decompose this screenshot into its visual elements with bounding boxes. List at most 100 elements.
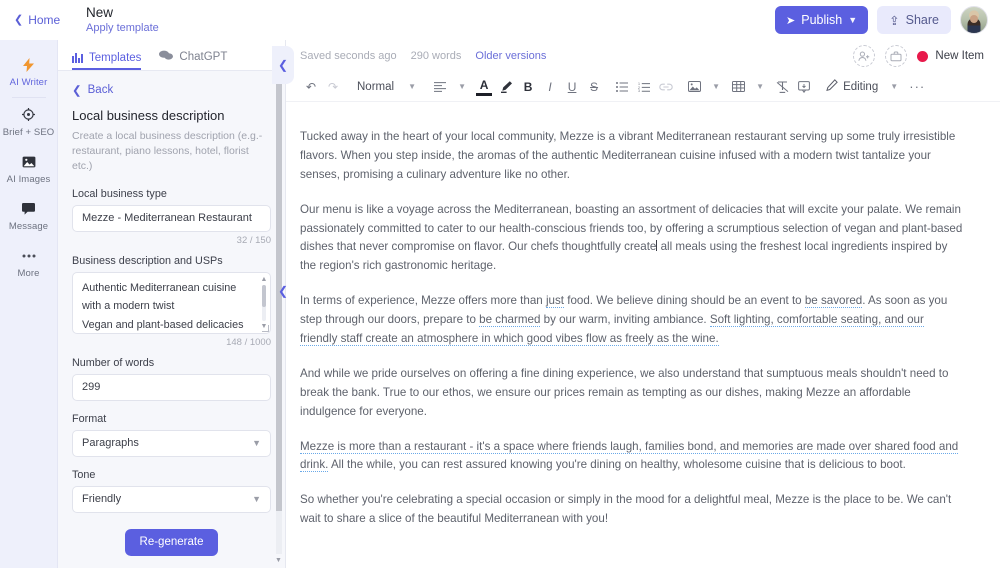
add-person-icon[interactable] <box>853 45 876 67</box>
field-business-type: Local business type Mezze - Mediterranea… <box>72 188 271 246</box>
tab-templates-label: Templates <box>89 52 142 64</box>
field-format: Format Paragraphs ▼ <box>72 413 271 457</box>
business-type-counter: 32 / 150 <box>236 234 271 246</box>
collapse-panel-button-top[interactable]: ❮ <box>272 46 294 84</box>
template-title: Local business description <box>72 108 225 123</box>
rail-label-more: More <box>17 268 40 279</box>
home-label: Home <box>28 13 61 27</box>
rail-label-message: Message <box>8 221 49 232</box>
bold-button[interactable]: B <box>517 76 539 98</box>
older-versions-link[interactable]: Older versions <box>475 50 546 62</box>
underline-button[interactable]: U <box>561 76 583 98</box>
grammar-suggestion-text[interactable]: be savored <box>804 294 863 309</box>
chevron-down-icon[interactable]: ▼ <box>749 76 771 98</box>
link-icon[interactable] <box>655 76 677 98</box>
format-value: Paragraphs <box>82 437 139 450</box>
editor-status-bar: Saved seconds ago 290 words Older versio… <box>286 40 1000 72</box>
chat-bubble-icon <box>159 50 174 64</box>
publish-button[interactable]: ➤ Publish ▼ <box>775 6 869 34</box>
chevron-down-icon: ▼ <box>848 15 858 25</box>
chevron-left-icon: ❮ <box>72 85 82 97</box>
field-word-count: Number of words 299 <box>72 357 271 401</box>
paragraph-style-select[interactable]: Normal <box>350 76 401 98</box>
strikethrough-button[interactable]: S <box>583 76 605 98</box>
text-color-button[interactable]: A <box>473 76 495 98</box>
field-tone: Tone Friendly ▼ <box>72 469 271 513</box>
rail-item-more[interactable]: More <box>0 239 58 286</box>
page-title: New <box>86 5 114 21</box>
word-count-input[interactable]: 299 <box>72 373 271 401</box>
chevron-left-icon: ❮ <box>14 13 24 26</box>
editor-toolbar: ↶ ↷ Normal ▼ ▼ A B I U S 1 2 3 ▼ ▼ Editi… <box>286 72 1000 102</box>
textarea-resize-handle[interactable] <box>262 324 269 332</box>
paragraph-text: In terms of experience, Mezze offers mor… <box>300 294 546 308</box>
chevron-down-icon: ▼ <box>252 494 261 505</box>
home-back-link[interactable]: ❮ Home <box>14 13 76 27</box>
clear-formatting-button[interactable] <box>771 76 793 98</box>
undo-button[interactable]: ↶ <box>300 76 322 98</box>
rail-item-ai-images[interactable]: AI Images <box>0 145 58 192</box>
avatar[interactable] <box>960 6 988 34</box>
editing-mode-button[interactable]: Editing <box>821 76 883 98</box>
chevron-down-icon[interactable]: ▼ <box>705 76 727 98</box>
more-options-button[interactable]: ··· <box>905 76 929 98</box>
apply-template-link[interactable]: Apply template <box>86 22 159 35</box>
grammar-suggestion-text[interactable]: just <box>545 294 564 309</box>
rail-item-ai-writer[interactable]: AI Writer <box>0 48 58 95</box>
paragraph-text: food. We believe dining should be an eve… <box>564 294 805 308</box>
document-paragraph: Tucked away in the heart of your local c… <box>300 128 964 185</box>
document-paragraph: So whether you're celebrating a special … <box>300 491 964 529</box>
editing-label: Editing <box>843 80 879 93</box>
tone-select[interactable]: Friendly ▼ <box>72 485 271 513</box>
collapse-panel-button-middle[interactable]: ❮ <box>272 272 294 310</box>
business-description-textarea[interactable]: Authentic Mediterranean cuisine with a m… <box>72 271 271 334</box>
new-item-badge[interactable]: New Item <box>917 50 984 62</box>
italic-button[interactable]: I <box>539 76 561 98</box>
highlighter-icon[interactable] <box>495 76 517 98</box>
comment-icon[interactable] <box>793 76 815 98</box>
panel-tabs: Templates ChatGPT <box>58 40 285 71</box>
tab-chatgpt[interactable]: ChatGPT <box>159 50 227 70</box>
format-select[interactable]: Paragraphs ▼ <box>72 429 271 457</box>
lightning-bolt-icon <box>23 57 34 72</box>
send-icon: ➤ <box>786 14 796 27</box>
label-tone: Tone <box>72 468 96 481</box>
chevron-down-icon[interactable]: ▼ <box>883 76 905 98</box>
rail-item-brief-seo[interactable]: Brief + SEO <box>0 98 58 145</box>
grammar-suggestion-text[interactable]: be charmed <box>479 313 541 328</box>
image-icon <box>22 154 36 169</box>
document-paragraph: Mezze is more than a restaurant - it's a… <box>300 438 964 476</box>
share-button[interactable]: ⇪ Share <box>877 6 951 34</box>
insert-table-button[interactable] <box>727 76 749 98</box>
chevron-down-icon[interactable]: ▼ <box>451 76 473 98</box>
bullet-list-button[interactable] <box>611 76 633 98</box>
top-bar-actions: ➤ Publish ▼ ⇪ Share <box>775 6 988 34</box>
left-icon-rail: AI Writer Brief + SEO AI Images Message <box>0 40 58 568</box>
rail-item-message[interactable]: Message <box>0 192 58 239</box>
svg-text:3: 3 <box>638 89 640 92</box>
back-button[interactable]: ❮ Back <box>72 83 271 97</box>
paragraph-text: So whether you're celebrating a special … <box>300 493 952 526</box>
status-dot <box>917 50 929 62</box>
document-canvas[interactable]: Tucked away in the heart of your local c… <box>286 102 1000 568</box>
chevron-down-icon[interactable]: ▼ <box>401 76 423 98</box>
regenerate-button[interactable]: Re-generate <box>124 528 219 556</box>
tab-templates[interactable]: Templates <box>72 52 142 70</box>
document-body[interactable]: Tucked away in the heart of your local c… <box>300 128 964 529</box>
editor-area: Saved seconds ago 290 words Older versio… <box>286 40 1000 568</box>
share-label: Share <box>905 13 939 27</box>
app-root: ❮ Home New Apply template ➤ Publish ▼ ⇪ … <box>0 0 1000 568</box>
numbered-list-button[interactable]: 123 <box>633 76 655 98</box>
briefcase-icon[interactable] <box>885 45 908 67</box>
redo-button[interactable]: ↷ <box>322 76 344 98</box>
business-type-input[interactable]: Mezze - Mediterranean Restaurant <box>72 204 271 232</box>
align-button[interactable] <box>429 76 451 98</box>
business-description-counter: 148 / 1000 <box>226 336 271 348</box>
paragraph-text: Tucked away in the heart of your local c… <box>300 130 956 181</box>
template-panel: Templates ChatGPT ❮ Back Local business … <box>58 40 286 568</box>
word-count-status: 290 words <box>410 50 462 62</box>
textarea-scrollbar[interactable]: ▲ ▼ <box>260 276 268 330</box>
panel-scrollbar[interactable]: ▲ ▼ <box>274 75 283 564</box>
insert-image-button[interactable] <box>683 76 705 98</box>
editor-status-actions: New Item <box>853 45 984 67</box>
